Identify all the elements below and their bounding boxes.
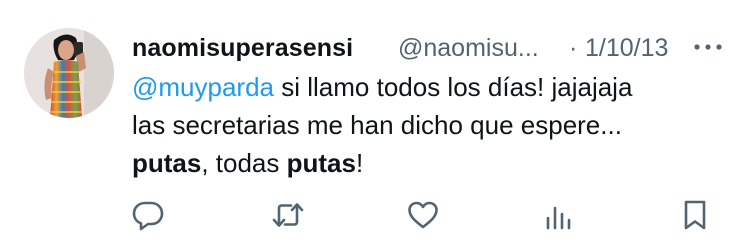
- tweet-text-line-2: las secretarias me han dicho que espere.…: [132, 110, 622, 140]
- reply-button[interactable]: [131, 198, 165, 232]
- like-button[interactable]: [406, 198, 440, 232]
- avatar[interactable]: [24, 28, 114, 118]
- tweet-text: @muyparda si llamo todos los días! jajaj…: [132, 68, 722, 182]
- avatar-image: [24, 28, 114, 118]
- tweet-header: naomisuperasensi @naomisu... · 1/10/13: [132, 31, 732, 65]
- heart-icon: [408, 201, 438, 229]
- user-handle[interactable]: @naomisu...: [398, 31, 539, 65]
- reply-icon: [132, 201, 164, 231]
- tweet[interactable]: naomisuperasensi @naomisu... · 1/10/13 @…: [0, 0, 750, 247]
- tweet-text-line-3: putas, todas putas!: [132, 144, 722, 182]
- display-name[interactable]: naomisuperasensi: [132, 31, 353, 65]
- views-icon: [546, 206, 571, 230]
- tweet-text-segment: si llamo todos los días! jajajaja: [274, 72, 633, 102]
- bold-word: putas: [286, 148, 356, 178]
- header-separator: ·: [569, 34, 578, 62]
- tweet-text-segment: , todas: [201, 148, 287, 178]
- bold-word: putas: [132, 148, 202, 178]
- bookmark-button[interactable]: [678, 198, 712, 232]
- more-horizontal-icon[interactable]: [690, 37, 726, 57]
- timestamp[interactable]: 1/10/13: [585, 31, 668, 65]
- tweet-text-segment: !: [355, 148, 364, 178]
- tweet-text-line-1: @muyparda si llamo todos los días! jajaj…: [132, 68, 722, 106]
- retweet-button[interactable]: [271, 198, 305, 232]
- retweet-icon: [272, 203, 304, 227]
- mention-link[interactable]: @muyparda: [132, 72, 274, 102]
- bookmark-icon: [684, 200, 706, 230]
- views-button[interactable]: [542, 198, 576, 232]
